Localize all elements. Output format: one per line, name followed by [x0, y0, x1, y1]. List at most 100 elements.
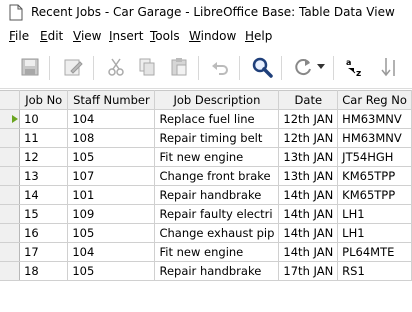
find-icon[interactable] — [249, 54, 275, 80]
cell-car-reg-no[interactable]: HM63MNV — [337, 128, 412, 148]
cell-job-no[interactable]: 14 — [19, 185, 69, 205]
table-row[interactable]: 13 107 Change front brake 13th JAN KM65T… — [0, 166, 412, 186]
row-header[interactable] — [0, 242, 21, 262]
row-header[interactable] — [0, 185, 21, 205]
cell-job-no[interactable]: 13 — [19, 166, 69, 186]
cell-job-description[interactable]: Repair timing belt — [154, 128, 280, 148]
cell-job-description[interactable]: Fit new engine — [154, 242, 280, 262]
cell-staff-number[interactable]: 108 — [67, 128, 156, 148]
column-header-job-no[interactable]: Job No — [19, 90, 69, 110]
cell-date[interactable]: 13th JAN — [278, 166, 339, 186]
cell-date[interactable]: 13th JAN — [278, 147, 339, 167]
table-row[interactable]: 18 105 Repair handbrake 17th JAN RS1 — [0, 261, 412, 281]
cell-date[interactable]: 14th JAN — [278, 223, 339, 243]
cell-date[interactable]: 14th JAN — [278, 204, 339, 224]
cell-date[interactable]: 12th JAN — [278, 128, 339, 148]
menu-edit-label: dit — [47, 29, 64, 43]
cell-car-reg-no[interactable]: RS1 — [337, 261, 412, 281]
refresh-icon[interactable] — [290, 54, 316, 80]
cell-job-no[interactable]: 10 — [19, 109, 69, 129]
cell-staff-number[interactable]: 105 — [67, 261, 156, 281]
cell-job-no[interactable]: 11 — [19, 128, 69, 148]
column-header-job-description[interactable]: Job Description — [154, 90, 280, 110]
cell-job-no[interactable]: 18 — [19, 261, 69, 281]
column-header-staff-number[interactable]: Staff Number — [67, 90, 156, 110]
cell-job-description[interactable]: Repair faulty electri — [154, 204, 280, 224]
cell-staff-number[interactable]: 109 — [67, 204, 156, 224]
cell-car-reg-no[interactable]: LH1 — [337, 223, 412, 243]
sort-icon[interactable]: az — [343, 54, 369, 80]
cell-date[interactable]: 12th JAN — [278, 109, 339, 129]
cell-date[interactable]: 17th JAN — [278, 261, 339, 281]
cell-job-no[interactable]: 16 — [19, 223, 69, 243]
cell-staff-number[interactable]: 105 — [67, 147, 156, 167]
save-icon[interactable] — [17, 54, 43, 80]
cell-staff-number[interactable]: 101 — [67, 185, 156, 205]
table-row[interactable]: 10 104 Replace fuel line 12th JAN HM63MN… — [0, 109, 412, 129]
cell-job-description[interactable]: Change exhaust pip — [154, 223, 280, 243]
copy-icon[interactable] — [134, 54, 160, 80]
cell-date[interactable]: 14th JAN — [278, 185, 339, 205]
toolbar-separator — [281, 56, 282, 80]
menu-file[interactable]: File — [9, 29, 29, 43]
cell-car-reg-no[interactable]: PL64MTE — [337, 242, 412, 262]
cell-car-reg-no[interactable]: KM65TPP — [337, 185, 412, 205]
toolbar: az — [0, 48, 412, 89]
table-row[interactable]: 11 108 Repair timing belt 12th JAN HM63M… — [0, 128, 412, 148]
table-row[interactable]: 17 104 Fit new engine 14th JAN PL64MTE — [0, 242, 412, 262]
cell-staff-number[interactable]: 107 — [67, 166, 156, 186]
cell-staff-number[interactable]: 104 — [67, 109, 156, 129]
cell-job-description[interactable]: Replace fuel line — [154, 109, 280, 129]
cell-car-reg-no[interactable]: HM63MNV — [337, 109, 412, 129]
cell-date[interactable]: 14th JAN — [278, 242, 339, 262]
cell-job-description[interactable]: Change front brake — [154, 166, 280, 186]
header-row: Job No Staff Number Job Description Date… — [0, 90, 412, 110]
cell-job-description[interactable]: Repair handbrake — [154, 185, 280, 205]
menu-view-mnemonic: V — [73, 29, 81, 43]
cell-job-description[interactable]: Repair handbrake — [154, 261, 280, 281]
cell-job-no[interactable]: 17 — [19, 242, 69, 262]
menu-insert[interactable]: Insert — [109, 29, 143, 43]
row-header[interactable] — [0, 166, 21, 186]
cell-job-no[interactable]: 15 — [19, 204, 69, 224]
row-header[interactable] — [0, 147, 21, 167]
row-header[interactable] — [0, 223, 21, 243]
menu-help-mnemonic: H — [245, 29, 255, 43]
cell-job-no[interactable]: 12 — [19, 147, 69, 167]
sort-descending-icon[interactable] — [377, 54, 403, 80]
cell-staff-number[interactable]: 105 — [67, 223, 156, 243]
menu-file-label: ile — [15, 29, 30, 43]
menu-insert-label: nsert — [112, 29, 144, 43]
menu-window[interactable]: Window — [189, 29, 236, 43]
cell-job-description[interactable]: Fit new engine — [154, 147, 280, 167]
menu-edit[interactable]: Edit — [40, 29, 63, 43]
menu-view[interactable]: View — [73, 29, 101, 43]
column-header-car-reg-no[interactable]: Car Reg No — [337, 90, 412, 110]
dropdown-arrow-icon[interactable] — [315, 54, 327, 80]
undo-icon[interactable] — [207, 54, 233, 80]
row-header[interactable] — [0, 261, 21, 281]
menu-help[interactable]: Help — [245, 29, 272, 43]
row-header[interactable] — [0, 204, 21, 224]
toolbar-separator — [93, 56, 94, 80]
cell-car-reg-no[interactable]: JT54HGH — [337, 147, 412, 167]
cut-icon[interactable] — [103, 54, 129, 80]
column-header-date[interactable]: Date — [278, 90, 339, 110]
toolbar-separator — [198, 56, 199, 80]
document-icon — [9, 4, 23, 24]
menu-edit-mnemonic: E — [40, 29, 48, 43]
edit-icon[interactable] — [60, 54, 86, 80]
table-row[interactable]: 14 101 Repair handbrake 14th JAN KM65TPP — [0, 185, 412, 205]
corner-header[interactable] — [0, 90, 21, 110]
cell-car-reg-no[interactable]: KM65TPP — [337, 166, 412, 186]
table-row[interactable]: 12 105 Fit new engine 13th JAN JT54HGH — [0, 147, 412, 167]
toolbar-separator — [239, 56, 240, 80]
cell-car-reg-no[interactable]: LH1 — [337, 204, 412, 224]
table-row[interactable]: 15 109 Repair faulty electri 14th JAN LH… — [0, 204, 412, 224]
row-header[interactable] — [0, 109, 21, 129]
paste-icon[interactable] — [166, 54, 192, 80]
cell-staff-number[interactable]: 104 — [67, 242, 156, 262]
table-row[interactable]: 16 105 Change exhaust pip 14th JAN LH1 — [0, 223, 412, 243]
row-header[interactable] — [0, 128, 21, 148]
menu-tools[interactable]: Tools — [150, 29, 180, 43]
